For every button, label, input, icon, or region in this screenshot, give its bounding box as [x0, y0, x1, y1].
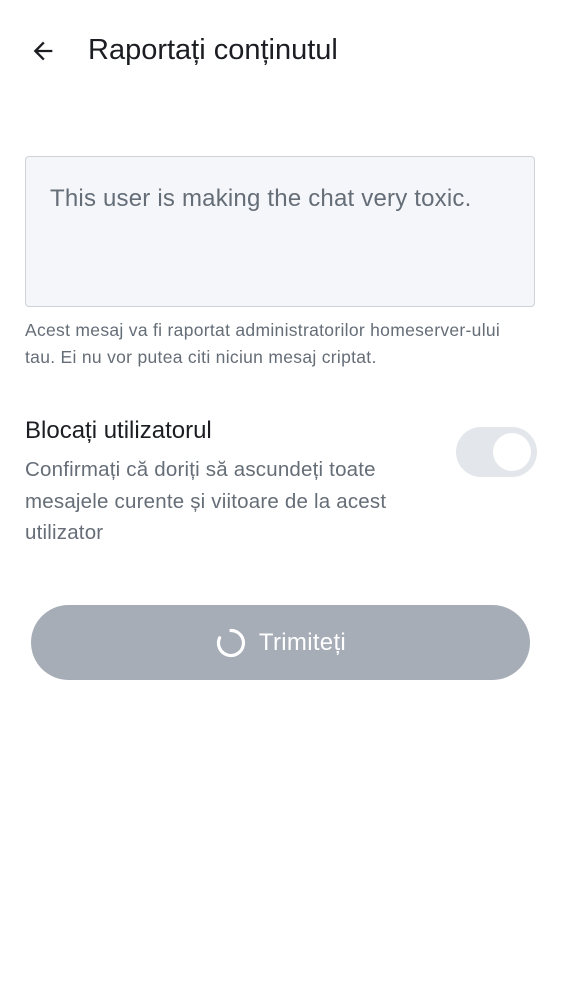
report-reason-value: This user is making the chat very toxic.	[50, 185, 472, 212]
toggle-knob	[493, 433, 531, 471]
block-user-toggle[interactable]	[456, 427, 537, 477]
block-user-description: Confirmați că doriți să ascundeți toate …	[25, 458, 387, 544]
report-reason-field[interactable]: This user is making the chat very toxic.	[25, 156, 535, 307]
submit-button[interactable]: Trimiteți	[31, 605, 530, 680]
report-content-screen: Raportați conținutul This user is making…	[0, 0, 562, 1000]
submit-button-label: Trimiteți	[258, 628, 347, 656]
back-button[interactable]	[22, 30, 64, 72]
block-user-title: Blocați utilizatorul	[25, 417, 212, 444]
arrow-left-icon	[33, 41, 53, 61]
page-title: Raportați conținutul	[88, 34, 338, 66]
top-app-bar: Raportați conținutul	[0, 0, 562, 100]
loading-spinner-icon	[215, 627, 247, 659]
submit-button-content: Trimiteți	[215, 627, 346, 659]
report-helper-text: Acest mesaj va fi raportat administrator…	[25, 320, 501, 367]
